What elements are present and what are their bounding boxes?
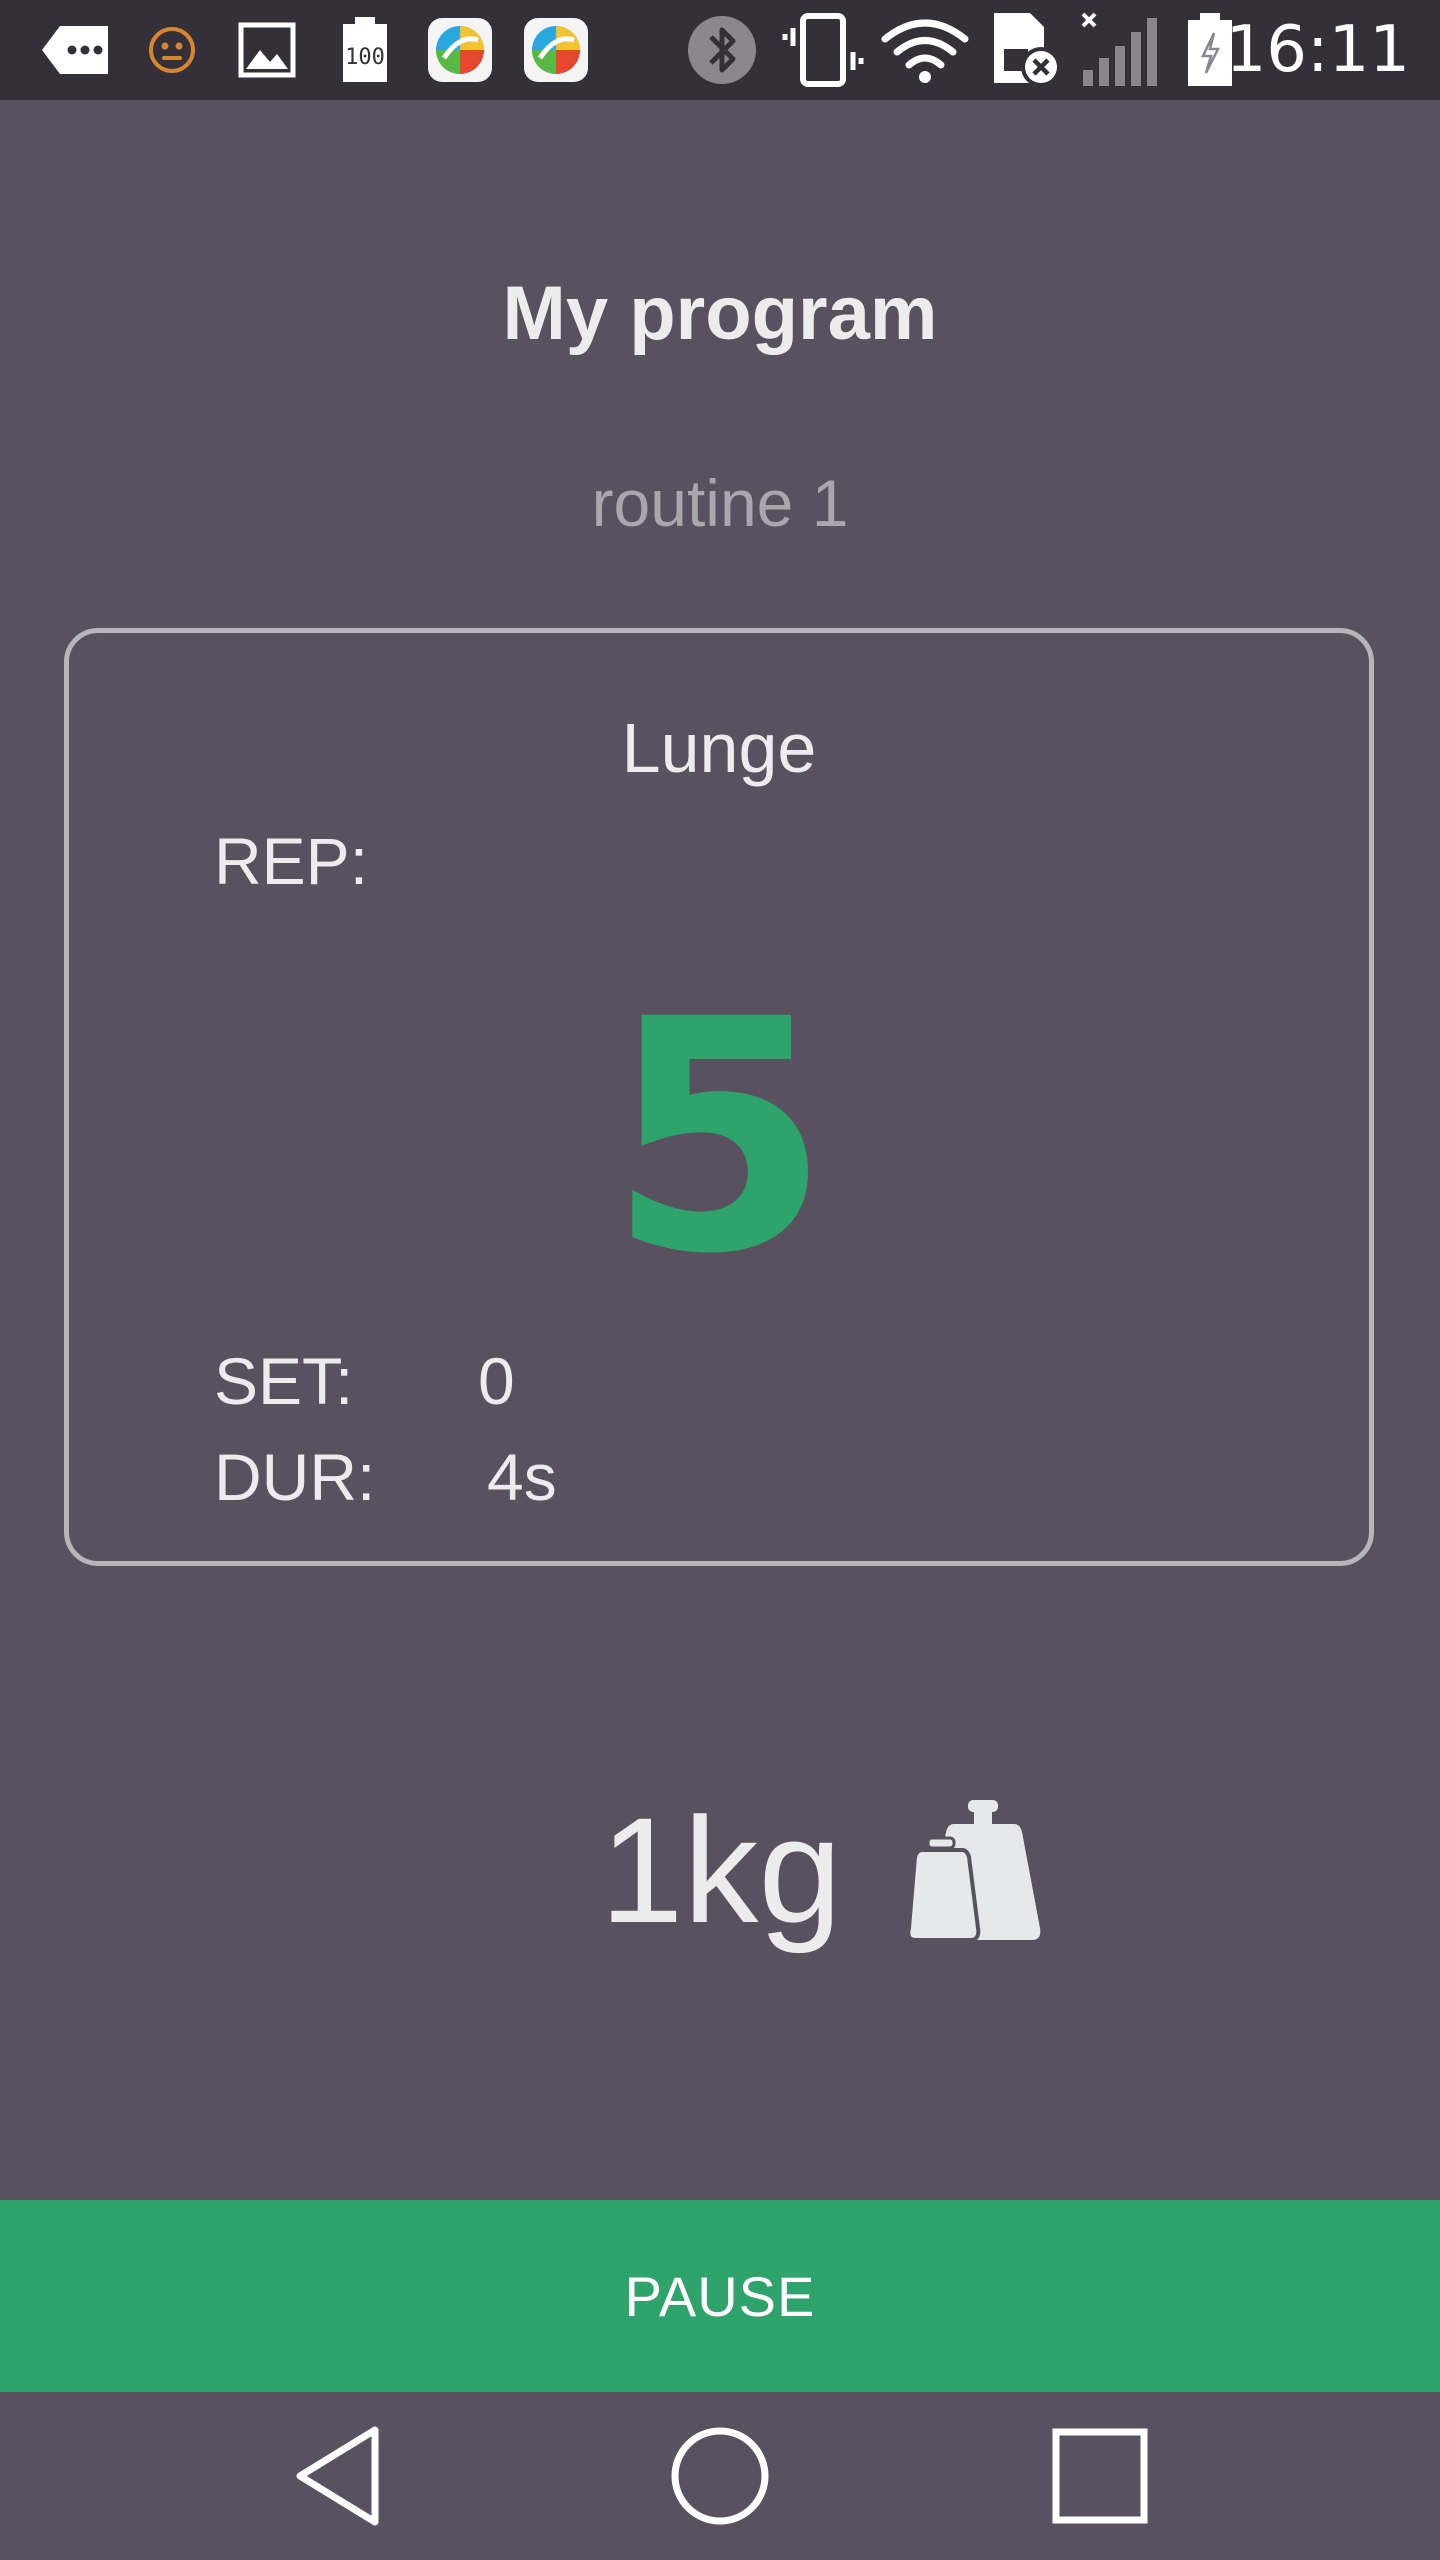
weight-row: 1kg	[0, 1780, 1440, 1960]
dur-label: DUR:	[214, 1440, 376, 1514]
set-value: 0	[478, 1344, 515, 1418]
app-icon	[520, 0, 592, 100]
no-sim-icon	[988, 0, 1068, 100]
dur-value: 4s	[487, 1440, 557, 1514]
set-label: SET:	[214, 1344, 354, 1418]
status-time: 16:11	[1225, 13, 1410, 87]
signal-icon	[1078, 0, 1168, 100]
exercise-card: Lunge REP: 5 SET: 0 DUR: 4s	[64, 628, 1374, 1566]
page-title: My program	[502, 271, 938, 356]
image-icon	[236, 0, 298, 100]
status-bar: 100 16:11	[0, 0, 1440, 100]
battery-100-icon: 100	[334, 0, 396, 100]
app-icon	[424, 0, 496, 100]
home-icon[interactable]	[640, 2392, 800, 2560]
weights-icon	[906, 1798, 1043, 1943]
routine-name: routine 1	[591, 466, 849, 540]
rep-count: 5	[607, 952, 831, 1324]
rep-label: REP:	[214, 824, 369, 898]
face-icon	[142, 0, 202, 100]
bluetooth-icon	[682, 0, 762, 100]
back-icon[interactable]	[260, 2392, 420, 2560]
vibrate-icon	[780, 0, 866, 100]
exercise-name: Lunge	[621, 709, 817, 787]
svg-text:100: 100	[345, 45, 385, 70]
recents-icon[interactable]	[1020, 2392, 1180, 2560]
navigation-bar	[0, 2392, 1440, 2560]
wifi-icon	[880, 0, 970, 100]
pause-button[interactable]: PAUSE	[0, 2200, 1440, 2392]
more-dots-icon	[38, 0, 114, 100]
weight-value: 1kg	[600, 1786, 842, 1954]
